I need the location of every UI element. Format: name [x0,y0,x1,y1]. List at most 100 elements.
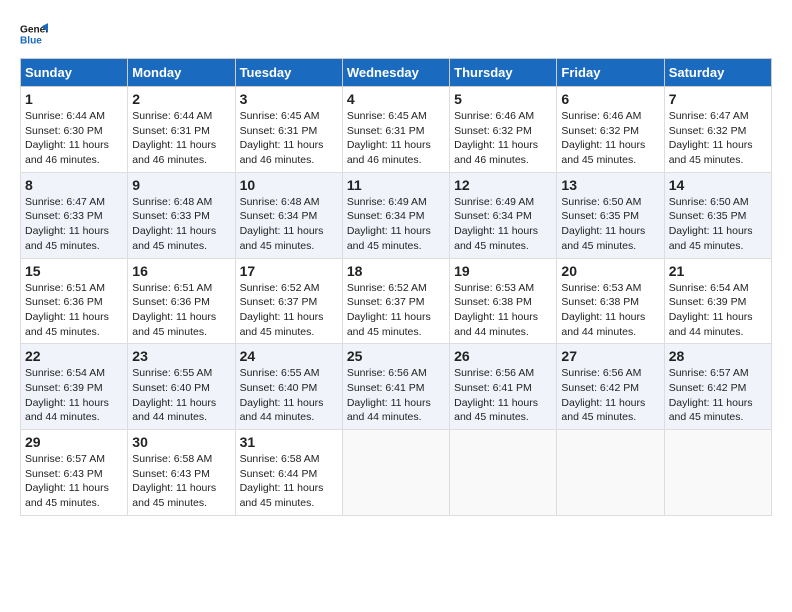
day-info: Sunrise: 6:50 AM Sunset: 6:35 PM Dayligh… [669,195,767,254]
calendar-cell: 8 Sunrise: 6:47 AM Sunset: 6:33 PM Dayli… [21,172,128,258]
calendar-cell: 14 Sunrise: 6:50 AM Sunset: 6:35 PM Dayl… [664,172,771,258]
day-info: Sunrise: 6:57 AM Sunset: 6:42 PM Dayligh… [669,366,767,425]
day-info: Sunrise: 6:50 AM Sunset: 6:35 PM Dayligh… [561,195,659,254]
calendar-cell: 7 Sunrise: 6:47 AM Sunset: 6:32 PM Dayli… [664,87,771,173]
day-number: 4 [347,91,445,107]
calendar-cell: 5 Sunrise: 6:46 AM Sunset: 6:32 PM Dayli… [450,87,557,173]
day-number: 23 [132,348,230,364]
day-number: 8 [25,177,123,193]
day-number: 20 [561,263,659,279]
calendar-cell: 31 Sunrise: 6:58 AM Sunset: 6:44 PM Dayl… [235,430,342,516]
day-info: Sunrise: 6:44 AM Sunset: 6:30 PM Dayligh… [25,109,123,168]
col-header-monday: Monday [128,59,235,87]
day-number: 5 [454,91,552,107]
calendar-cell: 26 Sunrise: 6:56 AM Sunset: 6:41 PM Dayl… [450,344,557,430]
day-number: 18 [347,263,445,279]
day-info: Sunrise: 6:46 AM Sunset: 6:32 PM Dayligh… [561,109,659,168]
day-info: Sunrise: 6:45 AM Sunset: 6:31 PM Dayligh… [347,109,445,168]
calendar-cell [557,430,664,516]
day-info: Sunrise: 6:58 AM Sunset: 6:43 PM Dayligh… [132,452,230,511]
day-number: 13 [561,177,659,193]
day-number: 15 [25,263,123,279]
day-number: 24 [240,348,338,364]
calendar-cell: 20 Sunrise: 6:53 AM Sunset: 6:38 PM Dayl… [557,258,664,344]
calendar-cell: 3 Sunrise: 6:45 AM Sunset: 6:31 PM Dayli… [235,87,342,173]
day-info: Sunrise: 6:53 AM Sunset: 6:38 PM Dayligh… [561,281,659,340]
calendar-cell: 13 Sunrise: 6:50 AM Sunset: 6:35 PM Dayl… [557,172,664,258]
day-number: 30 [132,434,230,450]
calendar-table: SundayMondayTuesdayWednesdayThursdayFrid… [20,58,772,516]
calendar-cell [342,430,449,516]
day-info: Sunrise: 6:47 AM Sunset: 6:33 PM Dayligh… [25,195,123,254]
col-header-friday: Friday [557,59,664,87]
calendar-week-row: 8 Sunrise: 6:47 AM Sunset: 6:33 PM Dayli… [21,172,772,258]
col-header-saturday: Saturday [664,59,771,87]
day-info: Sunrise: 6:47 AM Sunset: 6:32 PM Dayligh… [669,109,767,168]
day-info: Sunrise: 6:54 AM Sunset: 6:39 PM Dayligh… [25,366,123,425]
day-number: 19 [454,263,552,279]
day-info: Sunrise: 6:51 AM Sunset: 6:36 PM Dayligh… [25,281,123,340]
day-info: Sunrise: 6:49 AM Sunset: 6:34 PM Dayligh… [454,195,552,254]
calendar-header-row: SundayMondayTuesdayWednesdayThursdayFrid… [21,59,772,87]
calendar-cell: 11 Sunrise: 6:49 AM Sunset: 6:34 PM Dayl… [342,172,449,258]
calendar-cell [450,430,557,516]
logo-icon: General Blue [20,20,48,48]
calendar-cell: 6 Sunrise: 6:46 AM Sunset: 6:32 PM Dayli… [557,87,664,173]
svg-text:Blue: Blue [20,35,42,46]
day-number: 6 [561,91,659,107]
calendar-cell [664,430,771,516]
day-number: 2 [132,91,230,107]
col-header-tuesday: Tuesday [235,59,342,87]
calendar-cell: 22 Sunrise: 6:54 AM Sunset: 6:39 PM Dayl… [21,344,128,430]
calendar-cell: 19 Sunrise: 6:53 AM Sunset: 6:38 PM Dayl… [450,258,557,344]
day-number: 27 [561,348,659,364]
calendar-week-row: 29 Sunrise: 6:57 AM Sunset: 6:43 PM Dayl… [21,430,772,516]
calendar-cell: 1 Sunrise: 6:44 AM Sunset: 6:30 PM Dayli… [21,87,128,173]
day-number: 3 [240,91,338,107]
day-number: 26 [454,348,552,364]
day-info: Sunrise: 6:48 AM Sunset: 6:34 PM Dayligh… [240,195,338,254]
calendar-cell: 4 Sunrise: 6:45 AM Sunset: 6:31 PM Dayli… [342,87,449,173]
day-info: Sunrise: 6:52 AM Sunset: 6:37 PM Dayligh… [240,281,338,340]
day-number: 21 [669,263,767,279]
day-number: 12 [454,177,552,193]
calendar-cell: 15 Sunrise: 6:51 AM Sunset: 6:36 PM Dayl… [21,258,128,344]
calendar-cell: 18 Sunrise: 6:52 AM Sunset: 6:37 PM Dayl… [342,258,449,344]
calendar-cell: 21 Sunrise: 6:54 AM Sunset: 6:39 PM Dayl… [664,258,771,344]
day-info: Sunrise: 6:56 AM Sunset: 6:42 PM Dayligh… [561,366,659,425]
calendar-cell: 2 Sunrise: 6:44 AM Sunset: 6:31 PM Dayli… [128,87,235,173]
day-number: 14 [669,177,767,193]
day-number: 10 [240,177,338,193]
day-info: Sunrise: 6:53 AM Sunset: 6:38 PM Dayligh… [454,281,552,340]
day-number: 31 [240,434,338,450]
day-info: Sunrise: 6:55 AM Sunset: 6:40 PM Dayligh… [132,366,230,425]
col-header-thursday: Thursday [450,59,557,87]
day-number: 7 [669,91,767,107]
calendar-cell: 25 Sunrise: 6:56 AM Sunset: 6:41 PM Dayl… [342,344,449,430]
calendar-week-row: 1 Sunrise: 6:44 AM Sunset: 6:30 PM Dayli… [21,87,772,173]
calendar-cell: 16 Sunrise: 6:51 AM Sunset: 6:36 PM Dayl… [128,258,235,344]
calendar-cell: 9 Sunrise: 6:48 AM Sunset: 6:33 PM Dayli… [128,172,235,258]
day-info: Sunrise: 6:56 AM Sunset: 6:41 PM Dayligh… [454,366,552,425]
day-number: 11 [347,177,445,193]
day-number: 9 [132,177,230,193]
col-header-sunday: Sunday [21,59,128,87]
calendar-cell: 27 Sunrise: 6:56 AM Sunset: 6:42 PM Dayl… [557,344,664,430]
day-info: Sunrise: 6:48 AM Sunset: 6:33 PM Dayligh… [132,195,230,254]
day-number: 22 [25,348,123,364]
logo: General Blue [20,20,52,48]
day-number: 29 [25,434,123,450]
day-info: Sunrise: 6:46 AM Sunset: 6:32 PM Dayligh… [454,109,552,168]
calendar-cell: 28 Sunrise: 6:57 AM Sunset: 6:42 PM Dayl… [664,344,771,430]
calendar-cell: 30 Sunrise: 6:58 AM Sunset: 6:43 PM Dayl… [128,430,235,516]
day-info: Sunrise: 6:57 AM Sunset: 6:43 PM Dayligh… [25,452,123,511]
day-number: 17 [240,263,338,279]
calendar-week-row: 15 Sunrise: 6:51 AM Sunset: 6:36 PM Dayl… [21,258,772,344]
day-info: Sunrise: 6:49 AM Sunset: 6:34 PM Dayligh… [347,195,445,254]
day-number: 28 [669,348,767,364]
calendar-cell: 17 Sunrise: 6:52 AM Sunset: 6:37 PM Dayl… [235,258,342,344]
calendar-cell: 24 Sunrise: 6:55 AM Sunset: 6:40 PM Dayl… [235,344,342,430]
day-number: 1 [25,91,123,107]
day-info: Sunrise: 6:51 AM Sunset: 6:36 PM Dayligh… [132,281,230,340]
day-info: Sunrise: 6:55 AM Sunset: 6:40 PM Dayligh… [240,366,338,425]
